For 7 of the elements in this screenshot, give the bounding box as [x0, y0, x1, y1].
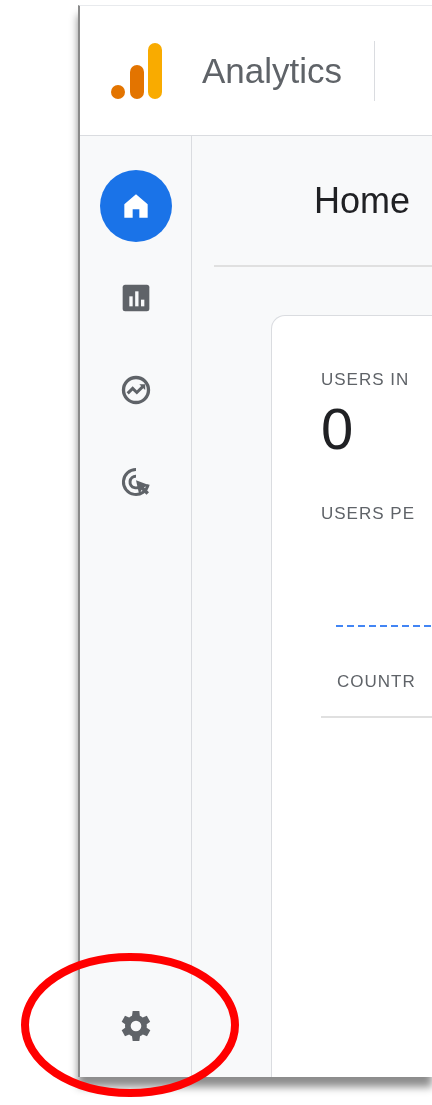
column-header: COUNTR: [337, 672, 416, 692]
metric-value: 0: [321, 400, 354, 458]
logo-icon: [110, 40, 162, 101]
metric-label: USERS PE: [321, 504, 415, 524]
metric-label: USERS IN: [321, 370, 410, 390]
page-title: Home: [314, 179, 411, 222]
product-name: Analytics: [202, 50, 343, 91]
